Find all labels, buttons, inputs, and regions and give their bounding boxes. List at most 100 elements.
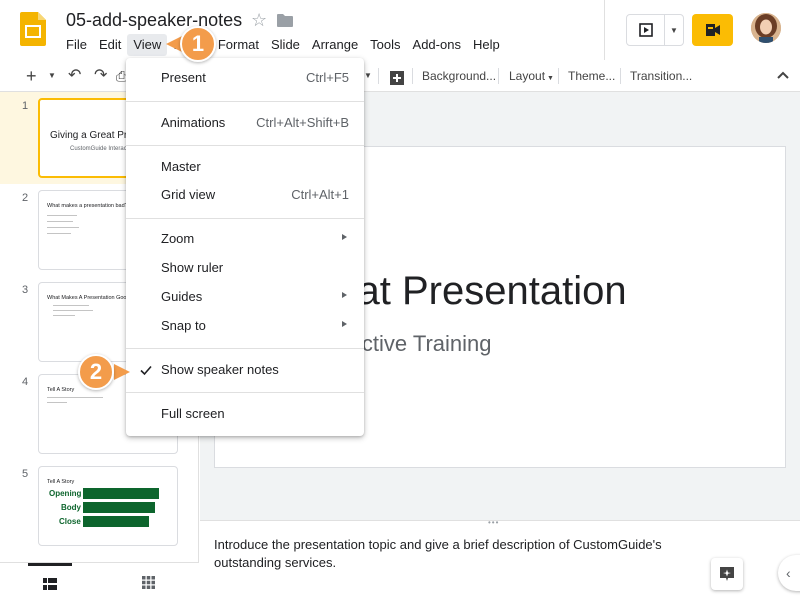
explore-icon <box>720 567 734 581</box>
menu-item-label: Snap to <box>161 318 206 333</box>
menu-item-label: Master <box>161 159 201 174</box>
thumbnail-title: What makes a presentation bad? <box>47 203 128 209</box>
toolbar-separator <box>498 68 499 84</box>
thumbnail-label-body: Body <box>61 503 81 512</box>
menu-item-label: Zoom <box>161 231 195 246</box>
menu-item-animations[interactable]: Animations Ctrl+Alt+Shift+B <box>126 110 364 136</box>
menu-slide[interactable]: Slide <box>265 34 306 56</box>
speaker-notes-panel[interactable]: Introduce the presentation topic and giv… <box>200 525 800 600</box>
menu-item-master[interactable]: Master <box>126 154 364 180</box>
line-dropdown-icon[interactable]: ▼ <box>364 66 372 86</box>
slide-number: 3 <box>22 284 29 296</box>
header-divider <box>604 0 605 60</box>
slide-thumbnail-row[interactable]: 5 Tell A Story Opening Body Close <box>0 460 199 552</box>
menu-separator <box>126 218 364 219</box>
menu-item-show-ruler[interactable]: Show ruler <box>126 255 364 281</box>
menu-item-guides[interactable]: Guides <box>126 284 364 310</box>
undo-icon[interactable]: ↶ <box>68 66 81 86</box>
menu-item-label: Grid view <box>161 187 216 202</box>
menu-edit[interactable]: Edit <box>93 34 127 56</box>
submenu-arrow-icon <box>342 292 347 298</box>
layout-dropdown-icon: ▼ <box>547 75 554 82</box>
menu-item-shortcut: Ctrl+F5 <box>306 70 349 85</box>
user-avatar-icon <box>751 13 781 43</box>
step-badge-1: 1 <box>180 26 216 62</box>
slide-number: 2 <box>22 192 29 204</box>
menu-item-zoom[interactable]: Zoom <box>126 226 364 252</box>
avatar[interactable] <box>751 13 781 43</box>
menu-help[interactable]: Help <box>467 34 506 56</box>
background-button[interactable]: Background... <box>422 66 496 86</box>
menu-item-label: Show ruler <box>161 260 224 275</box>
menu-item-label: Present <box>161 70 206 85</box>
menu-addons[interactable]: Add-ons <box>407 34 467 56</box>
chevron-left-icon: ‹ <box>786 565 791 581</box>
grid-view-icon <box>141 575 155 589</box>
thumbnail-bar <box>83 516 149 527</box>
slides-logo-icon[interactable] <box>20 12 46 46</box>
menu-bar: File Edit View Insert Format Slide Arran… <box>60 34 506 56</box>
menu-item-label: Animations <box>161 115 226 130</box>
menu-item-label: Guides <box>161 289 203 304</box>
submenu-arrow-icon <box>342 234 347 240</box>
thumbnail-text-line <box>53 305 89 306</box>
filmstrip-view-switcher <box>0 562 199 600</box>
thumbnail-text-line <box>47 233 71 234</box>
meet-icon <box>705 24 720 36</box>
menu-item-grid-view[interactable]: Grid view Ctrl+Alt+1 <box>126 182 364 208</box>
menu-item-full-screen[interactable]: Full screen <box>126 401 364 427</box>
slide-thumbnail[interactable]: Tell A Story Opening Body Close <box>38 466 178 546</box>
add-comment-icon[interactable] <box>389 68 405 88</box>
toolbar: + ▼ ↶ ↷ ⎙ ▼ Background... Layout ▼ Theme.… <box>0 60 800 92</box>
thumbnail-text-line <box>47 215 77 216</box>
toolbar-separator <box>378 68 379 84</box>
thumbnail-text-line <box>53 315 75 316</box>
new-slide-dropdown-icon[interactable]: ▼ <box>48 66 56 86</box>
new-slide-icon[interactable]: + <box>26 66 37 86</box>
menu-file[interactable]: File <box>60 34 93 56</box>
theme-button[interactable]: Theme... <box>568 66 615 86</box>
present-button[interactable]: ▼ <box>626 14 684 46</box>
menu-arrange[interactable]: Arrange <box>306 34 364 56</box>
menu-view[interactable]: View <box>127 34 168 56</box>
view-menu-dropdown: Present Ctrl+F5 Animations Ctrl+Alt+Shif… <box>126 58 364 436</box>
list-view-icon <box>43 577 57 590</box>
menu-format[interactable]: Format <box>212 34 265 56</box>
present-main[interactable] <box>627 15 665 45</box>
menu-item-label: Full screen <box>161 406 225 421</box>
layout-label: Layout <box>509 69 546 83</box>
document-title[interactable]: 05-add-speaker-notes <box>66 10 242 31</box>
thumbnail-label-opening: Opening <box>49 489 82 498</box>
meet-button[interactable] <box>692 14 733 46</box>
thumbnail-title: What Makes A Presentation Good? <box>47 295 133 301</box>
explore-button[interactable] <box>711 558 743 590</box>
badge-pointer-icon <box>114 364 130 380</box>
transition-button[interactable]: Transition... <box>630 66 692 86</box>
menu-tools[interactable]: Tools <box>364 34 406 56</box>
present-dropdown-icon[interactable]: ▼ <box>665 15 683 45</box>
chevron-up-icon[interactable] <box>776 68 790 82</box>
redo-icon[interactable]: ↷ <box>94 66 107 86</box>
filmstrip-view-tab[interactable] <box>28 563 72 600</box>
toolbar-separator <box>558 68 559 84</box>
slide-number: 5 <box>22 468 29 480</box>
layout-button[interactable]: Layout ▼ <box>509 66 554 86</box>
checkmark-icon <box>140 365 152 376</box>
menu-item-label: Show speaker notes <box>161 362 279 377</box>
menu-item-snap-to[interactable]: Snap to <box>126 313 364 339</box>
speaker-notes-text[interactable]: Introduce the presentation topic and giv… <box>214 536 704 572</box>
menu-separator <box>126 348 364 349</box>
thumbnail-text-line <box>47 402 67 403</box>
menu-item-present[interactable]: Present Ctrl+F5 <box>126 65 364 91</box>
folder-icon[interactable] <box>277 14 293 27</box>
thumbnail-bar <box>83 502 155 513</box>
thumbnail-text-line <box>47 227 79 228</box>
grid-view-tab[interactable] <box>126 563 170 600</box>
toolbar-separator <box>620 68 621 84</box>
star-icon[interactable]: ☆ <box>251 10 267 31</box>
step-badge-2: 2 <box>78 354 114 390</box>
app-header: 05-add-speaker-notes ☆ File Edit View In… <box>0 0 800 60</box>
menu-separator <box>126 101 364 102</box>
menu-item-show-speaker-notes[interactable]: Show speaker notes <box>126 357 364 383</box>
menu-item-shortcut: Ctrl+Alt+Shift+B <box>256 115 349 130</box>
